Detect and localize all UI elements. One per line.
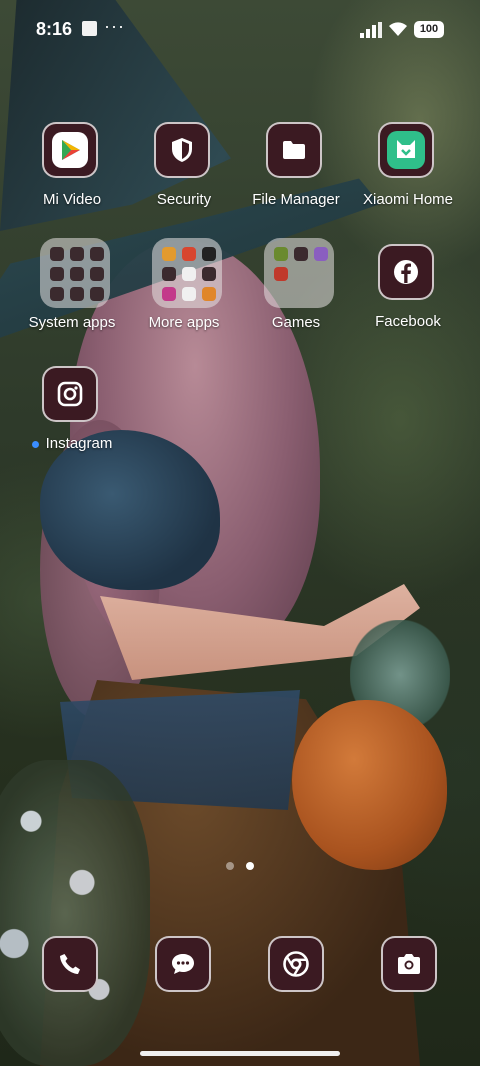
dock-camera-icon[interactable]: [381, 936, 437, 992]
home-gesture-bar[interactable]: [140, 1051, 340, 1056]
app-label-row: Instagram: [2, 435, 142, 452]
page-dot-active[interactable]: [246, 862, 254, 870]
notification-square-icon: [82, 21, 97, 36]
app-file-manager[interactable]: File Manager: [236, 122, 356, 232]
status-time: 8:16: [36, 19, 73, 39]
folder-grid-icon[interactable]: [264, 238, 334, 308]
page-indicator: [226, 862, 266, 872]
folder-icon[interactable]: [266, 122, 322, 178]
folder-grid-icon[interactable]: [152, 238, 222, 308]
security-shield-icon[interactable]: [154, 122, 210, 178]
folder-grid-icon[interactable]: [40, 238, 110, 308]
more-notifications-indicator: ···: [104, 16, 125, 36]
battery-icon: 100: [414, 21, 444, 38]
dock-message-icon[interactable]: [155, 936, 211, 992]
app-label: Xiaomi Home: [362, 191, 454, 208]
app-security[interactable]: Security: [124, 122, 244, 232]
new-app-indicator-dot: [31, 440, 39, 448]
app-label: Facebook: [375, 313, 441, 330]
facebook-icon[interactable]: [378, 244, 434, 300]
folder-system-apps[interactable]: System apps: [12, 238, 132, 348]
xiaomi-home-icon[interactable]: [378, 122, 434, 178]
dock-phone-icon[interactable]: [42, 936, 98, 992]
wallpaper-flowers: [0, 760, 150, 1066]
app-mi-video[interactable]: Mi Video: [12, 122, 132, 232]
app-instagram[interactable]: Instagram: [12, 366, 132, 476]
mi-video-icon[interactable]: [42, 122, 98, 178]
app-xiaomi-home[interactable]: Xiaomi Home: [348, 122, 468, 232]
wifi-icon: [389, 22, 407, 36]
folder-games[interactable]: Games: [236, 238, 356, 348]
app-facebook[interactable]: Facebook: [348, 244, 468, 354]
dock-chrome-icon[interactable]: [268, 936, 324, 992]
app-label: Instagram: [45, 435, 113, 452]
instagram-icon[interactable]: [42, 366, 98, 422]
signal-icon: [360, 22, 382, 38]
status-bar: 8:16 ··· 100: [0, 0, 480, 60]
page-dot[interactable]: [226, 862, 234, 870]
folder-more-apps[interactable]: More apps: [124, 238, 244, 348]
